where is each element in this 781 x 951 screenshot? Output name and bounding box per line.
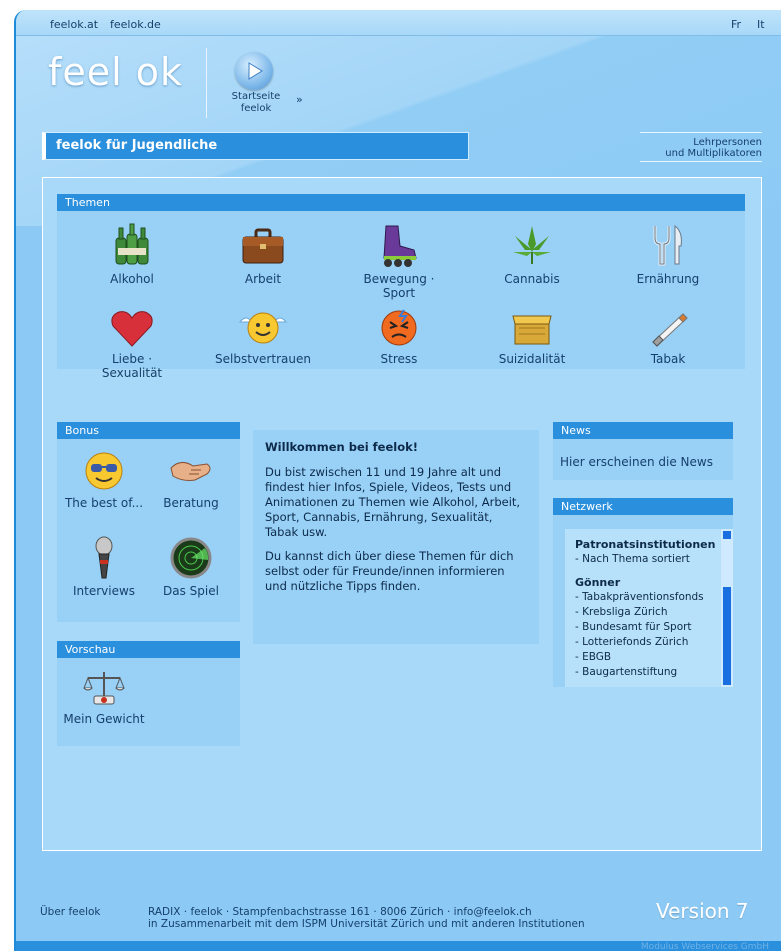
- topic-label: Cannabis: [504, 272, 560, 286]
- topic-label: Stress: [380, 352, 418, 366]
- topic-selbstvertrauen[interactable]: Selbstvertrauen: [213, 308, 313, 366]
- radar-icon: [170, 537, 212, 579]
- footer-address-line1: RADIX · feelok · Stampfenbachstrasse 161…: [148, 906, 532, 918]
- netzwerk-group-patronat: Patronatsinstitutionen: [575, 538, 716, 551]
- netzwerk-heading: Netzwerk: [553, 498, 733, 515]
- topic-label: Alkohol: [110, 272, 154, 286]
- topic-label: Tabak: [650, 352, 686, 366]
- welcome-paragraph-1: Du bist zwischen 11 und 19 Jahre alt und…: [265, 465, 521, 539]
- bonus-label: Beratung: [163, 496, 219, 510]
- topic-alkohol[interactable]: Alkohol: [82, 222, 182, 286]
- cutlery-icon: [653, 224, 682, 266]
- netzwerk-list[interactable]: Patronatsinstitutionen - Nach Thema sort…: [565, 529, 733, 687]
- bonus-label: Interviews: [72, 584, 136, 598]
- teachers-link[interactable]: Lehrpersonen und Multiplikatoren: [640, 132, 762, 162]
- netzwerk-item[interactable]: - Bundesamt für Sport: [575, 620, 733, 635]
- topic-liebe-sexualitaet[interactable]: Liebe · Sexualität: [82, 308, 182, 380]
- bonus-label: The best of...: [64, 496, 144, 510]
- scroll-up-icon[interactable]: [723, 531, 731, 539]
- scroll-thumb[interactable]: [723, 587, 731, 677]
- winged-smiley-icon: [238, 312, 288, 344]
- lang-fr-link[interactable]: Fr: [731, 18, 741, 31]
- netzwerk-item[interactable]: - Nach Thema sortiert: [575, 552, 733, 567]
- logo-divider: [206, 48, 207, 118]
- scale-icon: [83, 672, 125, 705]
- teachers-link-line1: Lehrpersonen: [693, 137, 762, 148]
- topic-label: Arbeit: [244, 272, 282, 286]
- preview-label: Mein Gewicht: [63, 712, 145, 726]
- topic-tabak[interactable]: Tabak: [618, 308, 718, 366]
- footer-address: RADIX · feelok · Stampfenbachstrasse 161…: [148, 906, 585, 930]
- themen-heading: Themen: [57, 194, 745, 211]
- bonus-interviews[interactable]: Interviews: [59, 536, 149, 598]
- welcome-box: Willkommen bei feelok! Du bist zwischen …: [253, 430, 539, 644]
- welcome-title: Willkommen bei feelok!: [265, 440, 419, 454]
- netzwerk-group-goenner: Gönner: [575, 576, 621, 589]
- topic-stress[interactable]: Stress: [349, 308, 449, 366]
- bonus-label: Das Spiel: [163, 584, 219, 598]
- link-feelok-at[interactable]: feelok.at: [50, 18, 98, 31]
- inline-skate-icon: [383, 225, 417, 267]
- topic-cannabis[interactable]: Cannabis: [482, 222, 582, 286]
- netzwerk-item[interactable]: - Krebsliga Zürich: [575, 605, 733, 620]
- sunglasses-smiley-icon: [85, 452, 123, 490]
- topic-suizidalitaet[interactable]: Suizidalität: [482, 308, 582, 366]
- home-play-button[interactable]: [235, 52, 273, 90]
- news-text: Hier erscheinen die News: [560, 455, 713, 469]
- vorschau-heading: Vorschau: [57, 641, 240, 658]
- topic-label: Selbstvertrauen: [215, 352, 311, 366]
- bonus-das-spiel[interactable]: Das Spiel: [146, 536, 236, 598]
- site-logo[interactable]: feel ok: [48, 50, 183, 94]
- microphone-icon: [95, 536, 113, 579]
- box-icon: [512, 315, 552, 345]
- topic-label: Suizidalität: [498, 352, 566, 366]
- bonus-beratung[interactable]: Beratung: [146, 450, 236, 510]
- bottles-icon: [115, 223, 149, 265]
- lang-it-link[interactable]: It: [757, 18, 765, 31]
- footer-address-line2: in Zusammenarbeit mit dem ISPM Universit…: [148, 918, 585, 930]
- bonus-the-best-of[interactable]: The best of...: [59, 450, 149, 510]
- topic-label: Liebe · Sexualität: [101, 352, 163, 380]
- topic-bewegung-sport[interactable]: Bewegung · Sport: [349, 222, 449, 300]
- heart-icon: [111, 311, 153, 347]
- cannabis-leaf-icon: [513, 226, 551, 264]
- netzwerk-item[interactable]: - Baugartenstiftung: [575, 665, 733, 680]
- topic-arbeit[interactable]: Arbeit: [213, 222, 313, 286]
- double-arrow-icon: »: [296, 93, 303, 106]
- topic-label: Bewegung · Sport: [363, 272, 435, 300]
- preview-mein-gewicht[interactable]: Mein Gewicht: [59, 668, 149, 726]
- cigarette-icon: [652, 313, 688, 347]
- briefcase-icon: [242, 228, 284, 264]
- home-link-label[interactable]: Startseite feelok: [221, 91, 291, 115]
- netzwerk-item[interactable]: - Tabakpräventionsfonds: [575, 590, 733, 605]
- netzwerk-item[interactable]: - EBGB: [575, 650, 733, 665]
- version-label: Version 7: [656, 899, 749, 923]
- top-bar: feelok.at feelok.de Fr It: [16, 10, 781, 36]
- page-frame: feelok.at feelok.de Fr It feel ok Starts…: [14, 10, 781, 951]
- topic-ernaehrung[interactable]: Ernährung: [618, 222, 718, 286]
- topic-label: Ernährung: [636, 272, 700, 286]
- bonus-heading: Bonus: [57, 422, 240, 439]
- home-link-line2: feelok: [240, 103, 272, 114]
- handshake-icon: [170, 462, 211, 481]
- link-feelok-de[interactable]: feelok.de: [110, 18, 161, 31]
- teachers-link-line2: und Multiplikatoren: [665, 148, 762, 159]
- news-heading: News: [553, 422, 733, 439]
- section-title-jugendliche: feelok für Jugendliche: [42, 132, 469, 160]
- about-link[interactable]: Über feelok: [40, 906, 101, 918]
- welcome-paragraph-2: Du kannst dich über diese Themen für dic…: [265, 549, 514, 593]
- stressed-face-icon: [381, 309, 417, 346]
- credit-text: Modulus Webservices GmbH: [640, 942, 769, 951]
- scroll-down-icon[interactable]: [723, 677, 731, 685]
- home-link-line1: Startseite: [231, 91, 281, 102]
- netzwerk-scrollbar[interactable]: [721, 529, 733, 687]
- play-icon: [248, 62, 263, 80]
- netzwerk-item[interactable]: - Lotteriefonds Zürich: [575, 635, 733, 650]
